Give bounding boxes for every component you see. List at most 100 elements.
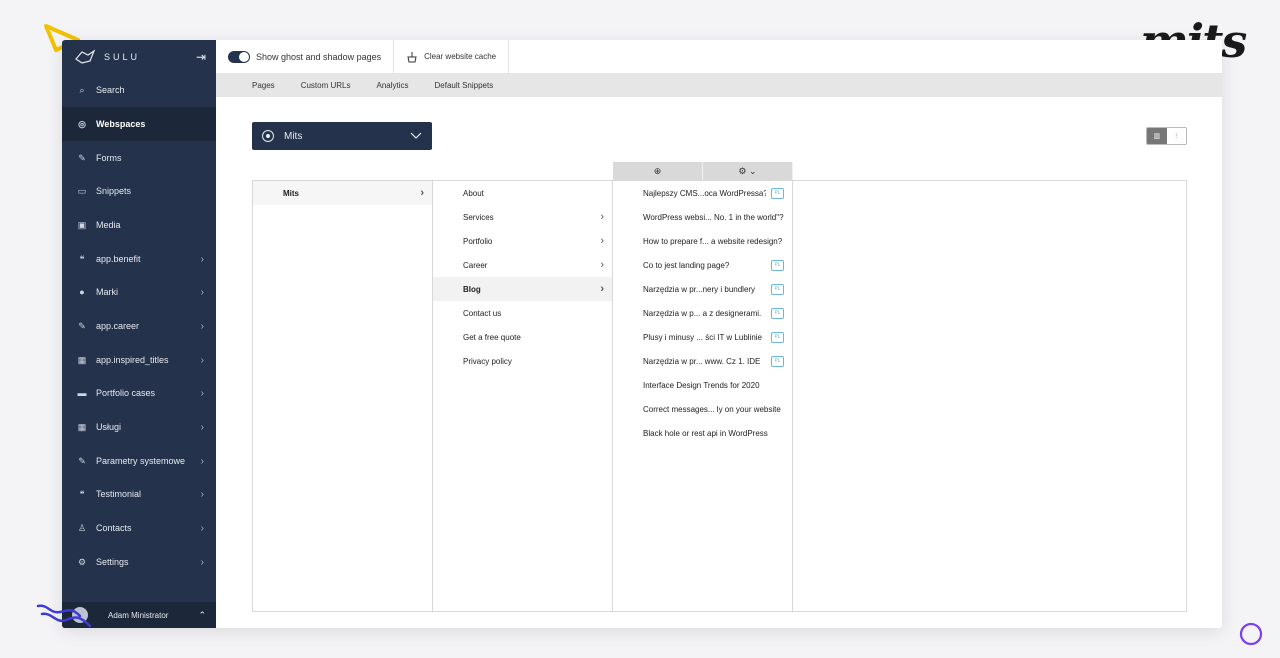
chevron-right-icon: › xyxy=(200,522,204,534)
chevron-right-icon: › xyxy=(600,259,604,271)
list-item[interactable]: Interface Design Trends for 2020 xyxy=(613,373,792,397)
sidebar-header: SULU ⇥ xyxy=(62,40,216,73)
chevron-right-icon: › xyxy=(600,235,604,247)
column-settings-button[interactable]: ⚙ ⌄ xyxy=(703,162,793,180)
column-empty xyxy=(793,181,1186,611)
list-item[interactable]: Black hole or rest api in WordPress xyxy=(613,421,792,445)
sidebar-item-app-inspired-titles[interactable]: ▦ app.inspired_titles › xyxy=(62,343,216,377)
tree-view-button[interactable]: ⁝ xyxy=(1166,128,1186,144)
language-badge: PL xyxy=(771,283,784,295)
column-view-button[interactable]: ▥ xyxy=(1147,128,1167,144)
image-icon: ▣ xyxy=(77,219,87,230)
sidebar-item-portfolio-cases[interactable]: ▬ Portfolio cases › xyxy=(62,376,216,410)
ghost-pages-toggle[interactable] xyxy=(228,50,250,63)
sidebar-item-app-benefit[interactable]: ❝ app.benefit › xyxy=(62,242,216,276)
sidebar-item-testimonial[interactable]: ❝ Testimonial › xyxy=(62,477,216,511)
page-title: About xyxy=(463,188,484,198)
list-item[interactable]: WordPress websi... No. 1 in the world"? xyxy=(613,205,792,229)
chevron-right-icon: › xyxy=(200,253,204,265)
sidebar-item-us-ugi[interactable]: ▦ Usługi › xyxy=(62,410,216,444)
sidebar-item-label: Search xyxy=(96,85,125,95)
globe-icon: ◎ xyxy=(78,118,86,129)
sidebar-item-label: Parametry systemowe xyxy=(96,456,186,466)
list-item[interactable]: Narzędzia w p... a z designerami. PL xyxy=(613,301,792,325)
sidebar-item-parametry-systemowe[interactable]: ✎ Parametry systemowe › xyxy=(62,444,216,478)
chevron-right-icon: › xyxy=(420,187,424,199)
tab-bar: Pages Custom URLs Analytics Default Snip… xyxy=(216,73,1222,97)
page-title: Narzędzia w pr... www. Cz 1. IDE xyxy=(643,356,761,366)
quote-icon: ❝ xyxy=(79,253,85,264)
page-title: Portfolio xyxy=(463,236,493,246)
chevron-right-icon: › xyxy=(200,455,204,467)
sidebar-item-contacts[interactable]: ♙ Contacts › xyxy=(62,511,216,545)
page-title: Plusy i minusy ... ści IT w Lublinie xyxy=(643,332,763,342)
sidebar-item-media[interactable]: ▣ Media xyxy=(62,208,216,242)
add-page-button[interactable]: ⊕ xyxy=(613,162,703,180)
list-item[interactable]: Services › xyxy=(433,205,612,229)
list-item[interactable]: Blog › xyxy=(433,277,612,301)
sidebar: SULU ⇥ ⌕ Search ◎ Webspaces ✎ Forms ▭ Snippets ▣… xyxy=(62,40,216,628)
gear-icon: ⚙ xyxy=(738,165,747,176)
list-item[interactable]: Correct messages... ly on your website xyxy=(613,397,792,421)
list-item[interactable]: Mits › xyxy=(253,181,432,205)
list-item[interactable]: Get a free quote xyxy=(433,325,612,349)
chevron-right-icon: › xyxy=(200,286,204,298)
columns-icon: ▥ xyxy=(1153,133,1161,140)
sidebar-item-label: Settings xyxy=(96,557,129,567)
chevron-right-icon: › xyxy=(200,320,204,332)
sidebar-item-label: app.career xyxy=(96,321,140,331)
webspace-icon xyxy=(262,130,274,142)
chevron-right-icon: › xyxy=(200,556,204,568)
briefcase-icon: ▬ xyxy=(77,388,87,398)
wave-decoration-icon xyxy=(36,604,92,628)
list-item[interactable]: About xyxy=(433,181,612,205)
tab-pages[interactable]: Pages xyxy=(252,81,275,90)
list-item[interactable]: Privacy policy xyxy=(433,349,612,373)
sidebar-item-snippets[interactable]: ▭ Snippets xyxy=(62,174,216,208)
tab-default-snippets[interactable]: Default Snippets xyxy=(435,81,494,90)
tab-custom-urls[interactable]: Custom URLs xyxy=(301,81,351,90)
page-title: Correct messages... ly on your website xyxy=(643,404,781,414)
language-badge: PL xyxy=(771,259,784,271)
sidebar-item-label: Portfolio cases xyxy=(96,388,156,398)
sidebar-item-marki[interactable]: ● Marki › xyxy=(62,275,216,309)
page-title: Blog xyxy=(463,284,481,294)
sulu-logo-icon xyxy=(75,48,96,64)
user-name: Adam Ministrator xyxy=(108,610,169,620)
chevron-down-icon xyxy=(410,132,422,139)
chevron-right-icon: › xyxy=(200,421,204,433)
chevron-right-icon: › xyxy=(200,354,204,366)
list-item[interactable]: Najlepszy CMS...oca WordPressa? PL xyxy=(613,181,792,205)
sidebar-item-settings[interactable]: ⚙ Settings › xyxy=(62,545,216,579)
page-title: How to prepare f... a website redesign? xyxy=(643,236,783,246)
tab-analytics[interactable]: Analytics xyxy=(376,81,408,90)
page-title: Mits xyxy=(283,188,299,198)
view-toggle: ▥ ⁝ xyxy=(1146,127,1187,145)
snippet-icon: ▭ xyxy=(77,185,87,196)
sidebar-item-label: Contacts xyxy=(96,523,132,533)
list-item[interactable]: How to prepare f... a website redesign? xyxy=(613,229,792,253)
sidebar-item-forms[interactable]: ✎ Forms xyxy=(62,141,216,175)
sidebar-item-label: Snippets xyxy=(96,186,132,196)
list-item[interactable]: Narzędzia w pr... www. Cz 1. IDE PL xyxy=(613,349,792,373)
list-item[interactable]: Career › xyxy=(433,253,612,277)
language-badge: PL xyxy=(771,331,784,343)
column-navigator: Mits › About Services › Portfolio › Career › Blo… xyxy=(252,180,1187,612)
chevron-right-icon: › xyxy=(600,283,604,295)
sidebar-item-app-career[interactable]: ✎ app.career › xyxy=(62,309,216,343)
sidebar-item-label: Testimonial xyxy=(96,489,142,499)
list-item[interactable]: Portfolio › xyxy=(433,229,612,253)
list-item[interactable]: Contact us xyxy=(433,301,612,325)
clear-cache-button[interactable]: Clear website cache xyxy=(394,40,510,73)
page-title: WordPress websi... No. 1 in the world"? xyxy=(643,212,784,222)
ghost-pages-toggle-group[interactable]: Show ghost and shadow pages xyxy=(216,40,395,73)
sidebar-item-webspaces[interactable]: ◎ Webspaces xyxy=(62,107,216,141)
list-item[interactable]: Co to jest landing page? PL xyxy=(613,253,792,277)
list-item[interactable]: Narzędzia w pr...nery i bundlery PL xyxy=(613,277,792,301)
webspace-select[interactable]: Mits xyxy=(252,122,432,150)
list-item[interactable]: Plusy i minusy ... ści IT w Lublinie PL xyxy=(613,325,792,349)
sidebar-item-search[interactable]: ⌕ Search xyxy=(62,73,216,107)
sidebar-item-label: app.inspired_titles xyxy=(96,355,169,365)
sidebar-item-label: Marki xyxy=(96,287,118,297)
collapse-sidebar-icon[interactable]: ⇥ xyxy=(196,50,206,64)
